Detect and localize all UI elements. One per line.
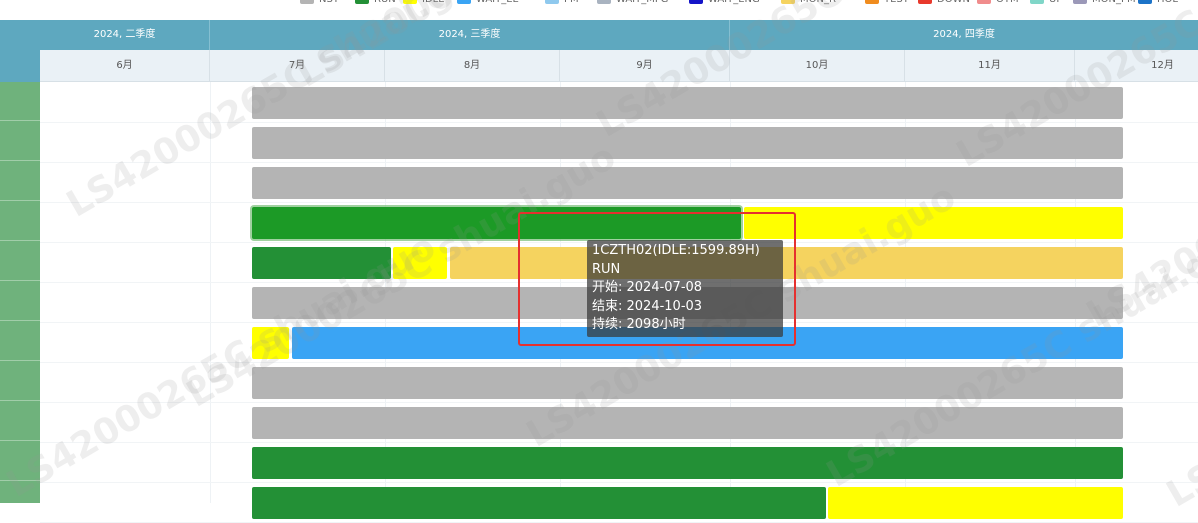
legend-item[interactable]: DOWN	[918, 0, 970, 7]
row-separator	[0, 240, 40, 241]
resource-column-body	[0, 82, 40, 521]
legend-item[interactable]: OTM	[977, 0, 1019, 7]
resource-column-header	[0, 20, 40, 82]
quarter-q3: 2024, 三季度	[210, 20, 730, 50]
grid-vline	[210, 82, 211, 503]
row-separator	[0, 120, 40, 121]
row-separator	[0, 360, 40, 361]
legend-swatch	[689, 0, 703, 4]
legend-label: OTM	[996, 0, 1019, 5]
tooltip-start: 开始: 2024-07-08	[592, 280, 703, 295]
row-separator	[0, 440, 40, 441]
legend-item[interactable]: IDLE	[403, 0, 445, 7]
legend-label: NST	[319, 0, 339, 5]
row-separator	[0, 160, 40, 161]
gantt-bar-idle[interactable]	[743, 207, 1123, 239]
legend-item[interactable]: RUN	[355, 0, 396, 7]
legend-swatch	[1030, 0, 1044, 4]
gantt-bar-run[interactable]	[252, 447, 1123, 479]
gantt-bar-idle[interactable]	[252, 327, 290, 359]
row-separator	[0, 320, 40, 321]
gantt-tooltip: 1CZTH02(IDLE:1599.89H) RUN 开始: 2024-07-0…	[587, 240, 783, 337]
legend-label: MON_R	[800, 0, 836, 5]
month-aug: 8月	[385, 50, 560, 81]
legend-swatch	[355, 0, 369, 4]
tooltip-duration: 持续: 2098小时	[592, 317, 686, 332]
grid-hline	[40, 362, 1198, 363]
month-jun: 6月	[40, 50, 210, 81]
gantt-bar-nst[interactable]	[252, 367, 1123, 399]
legend-swatch	[781, 0, 795, 4]
month-sep: 9月	[560, 50, 730, 81]
legend-label: PM	[564, 0, 579, 5]
grid-hline	[40, 442, 1198, 443]
grid-hline	[40, 402, 1198, 403]
gantt-bar-idle[interactable]	[828, 487, 1123, 519]
row-separator	[0, 280, 40, 281]
gantt-bar-run[interactable]	[252, 247, 391, 279]
legend-swatch	[403, 0, 417, 4]
legend-label: TEST	[884, 0, 909, 5]
legend-label: MON_PM	[1092, 0, 1136, 5]
tooltip-title: 1CZTH02(IDLE:1599.89H)	[592, 243, 760, 258]
legend-item[interactable]: MON_R	[781, 0, 836, 7]
resource-column	[0, 20, 40, 521]
legend-swatch	[300, 0, 314, 4]
grid-hline	[40, 202, 1198, 203]
gantt-bar-nst[interactable]	[252, 407, 1123, 439]
row-separator	[0, 200, 40, 201]
legend-item[interactable]: WAIT_EE	[457, 0, 519, 7]
legend-swatch	[597, 0, 611, 4]
legend-label: UP	[1049, 0, 1062, 5]
legend-label: RUN	[374, 0, 396, 5]
legend: NST RUN IDLE WAIT_EE PM WAIT_MFG WAIT_ENG MON_R…	[0, 0, 1198, 7]
quarter-header: 2024, 二季度 2024, 三季度 2024, 四季度	[40, 20, 1198, 50]
month-oct: 10月	[730, 50, 905, 81]
legend-label: DOWN	[937, 0, 970, 5]
legend-swatch	[545, 0, 559, 4]
legend-label: WAIT_MFG	[616, 0, 668, 5]
legend-label: HOL	[1157, 0, 1178, 5]
month-dec: 12月	[1151, 60, 1174, 71]
legend-item[interactable]: HOL	[1138, 0, 1178, 7]
legend-swatch	[1138, 0, 1152, 4]
tooltip-end: 结束: 2024-10-03	[592, 298, 703, 314]
grid-hline	[40, 482, 1198, 483]
gantt-bar-nst[interactable]	[252, 87, 1123, 119]
month-header: 6月 7月 8月 9月 10月 11月 12月	[40, 50, 1198, 82]
legend-item[interactable]: WAIT_MFG	[597, 0, 668, 7]
legend-item[interactable]: MON_PM	[1073, 0, 1136, 7]
gantt-bar-idle[interactable]	[393, 247, 448, 279]
legend-item[interactable]: TEST	[865, 0, 909, 7]
legend-item[interactable]: NST	[300, 0, 339, 7]
grid-hline	[40, 122, 1198, 123]
legend-swatch	[457, 0, 471, 4]
gantt-bar-nst[interactable]	[252, 167, 1123, 199]
legend-swatch	[1073, 0, 1087, 4]
gantt-bar-run[interactable]	[252, 487, 826, 519]
legend-label: WAIT_EE	[476, 0, 519, 5]
row-separator	[0, 400, 40, 401]
legend-item[interactable]: PM	[545, 0, 579, 7]
month-jul: 7月	[210, 50, 385, 81]
legend-label: IDLE	[422, 0, 445, 5]
legend-swatch	[865, 0, 879, 4]
gantt-bar-nst[interactable]	[252, 127, 1123, 159]
month-nov: 11月	[905, 50, 1075, 81]
row-separator	[0, 520, 40, 521]
legend-swatch	[918, 0, 932, 4]
legend-item[interactable]: UP	[1030, 0, 1062, 7]
legend-item[interactable]: WAIT_ENG	[689, 0, 760, 7]
legend-swatch	[977, 0, 991, 4]
quarter-q4: 2024, 四季度	[933, 29, 995, 40]
row-separator	[0, 480, 40, 481]
quarter-q2: 2024, 二季度	[40, 20, 210, 50]
legend-label: WAIT_ENG	[708, 0, 760, 5]
tooltip-state: RUN	[592, 261, 621, 277]
grid-hline	[40, 162, 1198, 163]
